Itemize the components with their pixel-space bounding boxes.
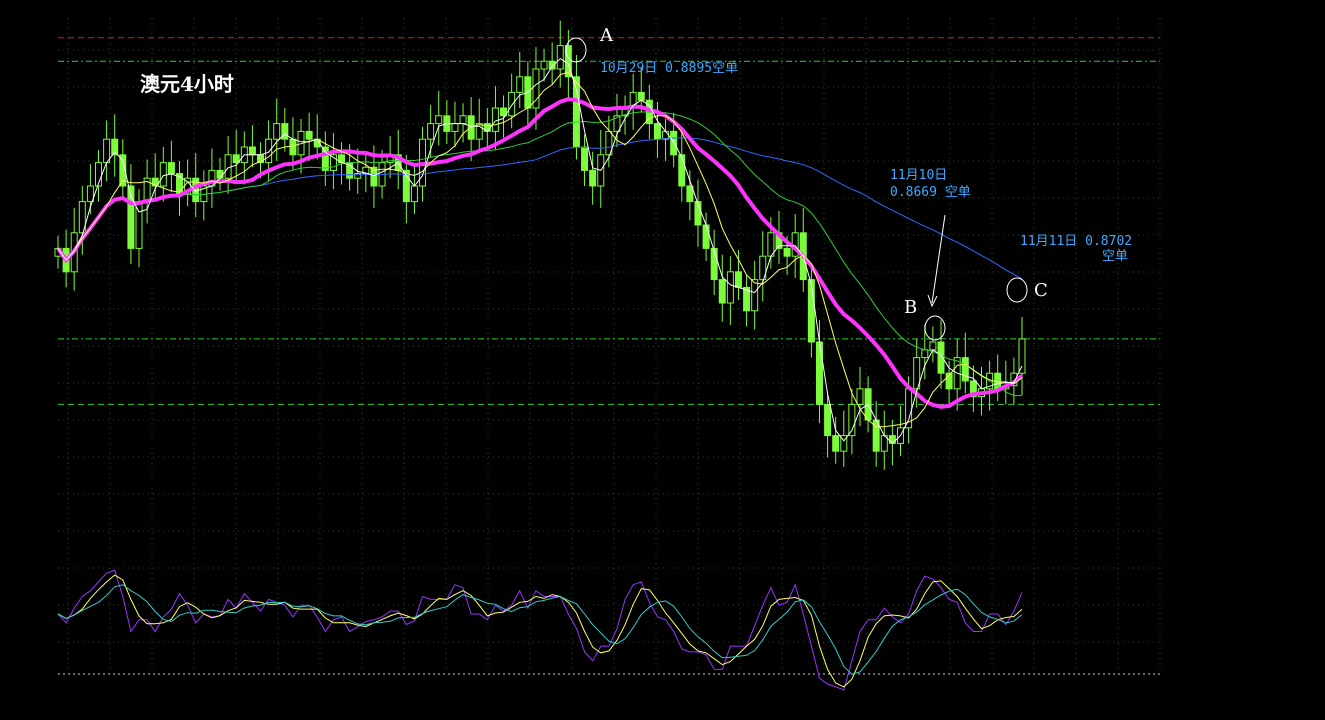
candle-body [248,146,256,156]
candle-body [807,279,815,343]
candle-body [321,146,329,171]
candle-body [710,247,718,281]
candle-body [410,185,418,203]
candle-body [961,357,969,382]
candle-body [702,224,710,249]
candle-body [232,154,240,164]
candle-body [734,271,742,288]
candle-body [929,341,937,351]
note-c-line2: 空单 [1102,249,1128,264]
candle-body [824,403,832,437]
label-b: B [904,297,917,318]
candle-body [305,130,313,140]
candlestick-chart: 澳元4小时 A 10月29日 0.8895空单 B 11月10日 0.8669 … [54,18,1161,691]
note-c-line1: 11月11日 0.8702 [1020,234,1132,249]
note-a: 10月29日 0.8895空单 [600,61,738,76]
arrow-b-shaft [931,214,946,304]
oscillator-fast-line [57,569,1023,691]
oscillator-panel [57,569,1023,691]
candle-body [726,271,734,304]
candle-body [459,115,467,125]
candle-body [686,185,694,203]
candle-body [815,341,823,405]
candle-body [508,91,516,117]
oscillator-slow-line [57,584,1023,675]
label-a: A [599,25,614,46]
candle-body [159,162,167,187]
candle-body [670,130,678,156]
candle-body [678,154,686,187]
candle-body [572,76,580,148]
candle-body [581,146,589,171]
marker-circle-c [1006,277,1028,303]
candle-body [540,60,548,70]
candle-body [281,123,289,140]
label-c: C [1034,280,1048,301]
candle-body [653,123,661,140]
candle-body [289,138,297,156]
candle-body [273,123,281,140]
ma-mid-line [57,71,1023,428]
candle-body [516,76,524,93]
note-b-line2: 0.8669 空单 [890,185,971,200]
candle-body [637,91,645,101]
candle-body [435,115,443,125]
ma-green-line [57,111,1023,397]
candle-body [589,169,597,187]
candle-body [767,232,775,257]
candle-body [216,169,224,179]
candle-body [1018,338,1026,374]
note-b-line1: 11月10日 [890,168,947,183]
ma-long-line [57,137,1023,280]
candle-body [265,138,273,164]
candle-body [832,435,840,452]
candle-body [556,45,564,70]
candle-body [921,349,929,359]
candle-body [451,123,459,132]
candle-body [718,279,726,304]
candle-body [751,279,759,312]
oscillator-signal-line [57,574,1023,688]
candle-body [427,123,435,140]
candle-body [491,107,499,132]
chart-container: 澳元4小时 A 10月29日 0.8895空单 B 11月10日 0.8669 … [0,0,1325,720]
candle-body [856,388,864,405]
chart-title: 澳元4小时 [140,72,234,96]
candle-body [783,247,791,257]
candle-body [224,154,232,179]
candle-body [888,435,896,444]
candle-body [167,162,175,175]
ma-thick-line [56,97,1024,409]
marker-circle-b [924,315,946,341]
moving-averages [56,57,1024,445]
